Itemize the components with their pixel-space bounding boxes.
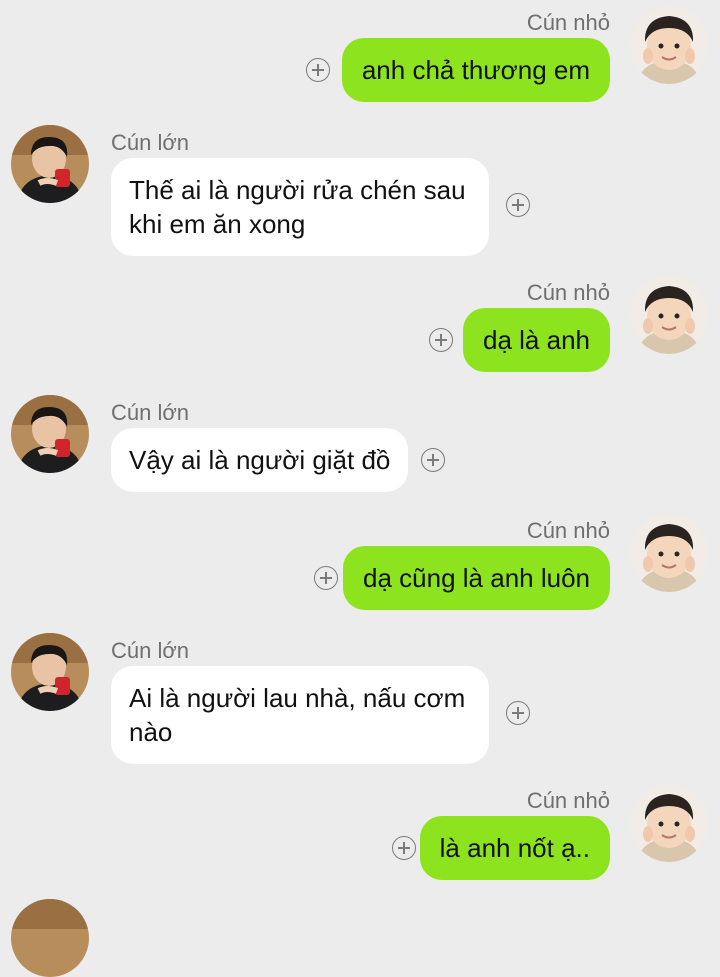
message-bubble-outgoing[interactable]: dạ là anh	[463, 308, 610, 372]
add-reaction-icon[interactable]	[506, 701, 530, 725]
message-bubble-outgoing[interactable]: là anh nốt ạ..	[419, 816, 610, 880]
message-row-outgoing: Cún nhỏ là anh nốt ạ..	[0, 778, 720, 888]
message-row-incoming: Cún lớn Thế ai là người rửa chén sau khi…	[0, 120, 720, 260]
chat-thread: Cún nhỏ anh chả thương em Cún lớn Thế ai…	[0, 0, 720, 977]
message-bubble-outgoing[interactable]: dạ cũng là anh luôn	[343, 546, 610, 610]
add-reaction-icon[interactable]	[506, 193, 530, 217]
avatar-cun-nho[interactable]	[630, 6, 708, 84]
sender-name: Cún nhỏ	[526, 518, 610, 543]
message-row-outgoing: Cún nhỏ anh chả thương em	[0, 0, 720, 110]
avatar-cun-nho[interactable]	[630, 276, 708, 354]
avatar-cun-nho[interactable]	[630, 784, 708, 862]
add-reaction-icon[interactable]	[306, 58, 330, 82]
message-row-incoming: Cún lớn Ai là người lau nhà, nấu cơm nào	[0, 628, 720, 768]
sender-name: Cún nhỏ	[526, 280, 610, 305]
message-row-outgoing: Cún nhỏ dạ là anh	[0, 270, 720, 380]
sender-name: Cún lớn	[111, 130, 190, 155]
message-bubble-outgoing[interactable]: anh chả thương em	[341, 38, 610, 102]
message-bubble-incoming[interactable]: Ai là người lau nhà, nấu cơm nào	[111, 666, 489, 764]
message-bubble-incoming[interactable]: Thế ai là người rửa chén sau khi em ăn x…	[111, 158, 489, 256]
avatar-cun-lon[interactable]	[11, 899, 89, 977]
sender-name: Cún nhỏ	[526, 788, 610, 813]
message-row-incoming: Cún lớn Vậy ai là người giặt đồ	[0, 390, 720, 500]
message-bubble-incoming[interactable]: Vậy ai là người giặt đồ	[111, 428, 409, 492]
add-reaction-icon[interactable]	[421, 448, 445, 472]
sender-name: Cún nhỏ	[526, 10, 610, 35]
add-reaction-icon[interactable]	[314, 566, 338, 590]
message-row-outgoing: Cún nhỏ dạ cũng là anh luôn	[0, 508, 720, 618]
sender-name: Cún lớn	[111, 638, 190, 663]
add-reaction-icon[interactable]	[429, 328, 453, 352]
avatar-cun-lon[interactable]	[11, 395, 89, 473]
avatar-cun-nho[interactable]	[630, 514, 708, 592]
avatar-cun-lon[interactable]	[11, 125, 89, 203]
avatar-cun-lon[interactable]	[11, 633, 89, 711]
add-reaction-icon[interactable]	[392, 836, 416, 860]
sender-name: Cún lớn	[111, 400, 190, 425]
